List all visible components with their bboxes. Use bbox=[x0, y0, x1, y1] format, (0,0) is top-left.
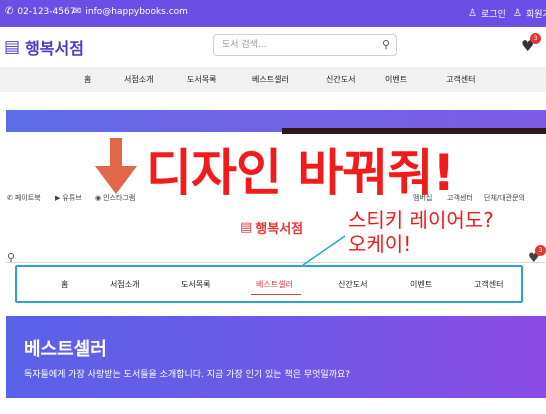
top-bar: ✆ 02-123-4567 ✉ info@happybooks.com ♙ 로그… bbox=[0, 0, 546, 27]
active-underline bbox=[251, 294, 301, 295]
banner-title: 베스트셀러 bbox=[24, 339, 107, 360]
sticky-nav-bestseller[interactable]: 베스트셀러 bbox=[256, 279, 293, 290]
util-group[interactable]: 단체/대관문의 bbox=[484, 193, 525, 203]
cart-badge: 3 bbox=[535, 245, 546, 256]
sticky-nav-new[interactable]: 신간도서 bbox=[338, 279, 367, 290]
main-nav: 홈 서점소개 도서목록 베스트셀러 신간도서 이벤트 고객센터 bbox=[0, 67, 546, 92]
site-header: ▤ 행복서점 ⚲ ♥ 3 bbox=[0, 27, 546, 67]
cart-badge: 3 bbox=[530, 33, 541, 44]
search-icon[interactable]: ⚲ bbox=[382, 38, 390, 51]
social-youtube[interactable]: ▶ 유튜브 bbox=[55, 193, 82, 203]
user-plus-icon: ♙ bbox=[513, 7, 522, 19]
nav-item-home[interactable]: 홈 bbox=[84, 74, 91, 85]
signup-link[interactable]: ♙ 회원가 bbox=[513, 7, 546, 20]
annotation-line-1: 스티키 레이어도? bbox=[348, 208, 494, 232]
login-link[interactable]: ♙ 로그인 bbox=[468, 7, 506, 20]
facebook-icon: ✆ bbox=[7, 194, 13, 202]
signup-label: 회원가 bbox=[525, 10, 546, 20]
bestseller-banner: 베스트셀러 독자들에게 가장 사랑받는 도서들을 소개합니다. 지금 가장 인기… bbox=[6, 316, 546, 398]
envelope-icon: ✉ bbox=[73, 6, 82, 17]
search-input[interactable] bbox=[222, 38, 367, 52]
nav-item-books[interactable]: 도서목록 bbox=[187, 74, 216, 85]
email-address: info@happybooks.com bbox=[85, 7, 188, 17]
banner-subtitle: 독자들에게 가장 사랑받는 도서들을 소개합니다. 지금 가장 인기 있는 책은… bbox=[24, 370, 351, 380]
user-icon: ♙ bbox=[468, 7, 477, 19]
phone-number: 02-123-4567 bbox=[17, 7, 76, 17]
social-label: 페이트북 bbox=[14, 194, 41, 202]
annotation-line-2: 오케이! bbox=[348, 232, 412, 256]
divider bbox=[6, 262, 546, 263]
sticky-logo[interactable]: ▤ 행복서점 bbox=[240, 218, 303, 237]
wishlist-button[interactable]: ♥ 3 bbox=[528, 245, 546, 266]
login-label: 로그인 bbox=[480, 10, 506, 20]
sticky-logo-text: 행복서점 bbox=[255, 222, 304, 237]
sticky-nav-home[interactable]: 홈 bbox=[61, 279, 68, 290]
hero-banner bbox=[6, 110, 546, 134]
sticky-nav-events[interactable]: 이벤트 bbox=[410, 279, 432, 290]
sticky-nav-about[interactable]: 서점소개 bbox=[110, 279, 139, 290]
sticky-nav: 홈 서점소개 도서목록 베스트셀러 신간도서 이벤트 고객센터 bbox=[15, 265, 523, 303]
social-facebook[interactable]: ✆ 페이트북 bbox=[7, 193, 41, 203]
util-membership[interactable]: 멤버십 bbox=[413, 193, 432, 203]
social-label: 유튜브 bbox=[62, 194, 82, 202]
nav-item-support[interactable]: 고객센터 bbox=[446, 74, 475, 85]
utility-row: ✆ 페이트북 ▶ 유튜브 ◉ 인스타그램 멤버십 고객센터 단체/대관문의 bbox=[0, 192, 546, 204]
nav-item-events[interactable]: 이벤트 bbox=[385, 74, 407, 85]
down-arrow-icon bbox=[95, 138, 137, 194]
annotation-note: 스티키 레이어도? 오케이! bbox=[348, 208, 494, 256]
book-icon: ▤ bbox=[240, 220, 253, 235]
wishlist-button[interactable]: ♥ 3 bbox=[521, 33, 541, 55]
social-instagram[interactable]: ◉ 인스타그램 bbox=[95, 193, 135, 203]
sticky-nav-books[interactable]: 도서목록 bbox=[181, 279, 210, 290]
search-box: ⚲ bbox=[213, 34, 397, 56]
email-contact: ✉ info@happybooks.com bbox=[73, 6, 188, 18]
nav-item-new[interactable]: 신간도서 bbox=[326, 74, 355, 85]
util-support[interactable]: 고객센터 bbox=[447, 193, 473, 203]
nav-item-about[interactable]: 서점소개 bbox=[124, 74, 153, 85]
site-logo[interactable]: ▤ 행복서점 bbox=[4, 35, 84, 59]
book-icon: ▤ bbox=[4, 37, 21, 57]
logo-text: 행복서점 bbox=[25, 39, 84, 58]
phone-icon: ✆ bbox=[5, 6, 14, 17]
instagram-icon: ◉ bbox=[95, 194, 102, 202]
youtube-icon: ▶ bbox=[55, 194, 61, 202]
phone-contact: ✆ 02-123-4567 bbox=[5, 6, 76, 18]
nav-item-bestseller[interactable]: 베스트셀러 bbox=[252, 74, 289, 85]
sticky-nav-support[interactable]: 고객센터 bbox=[474, 279, 503, 290]
social-label: 인스타그램 bbox=[103, 194, 136, 202]
